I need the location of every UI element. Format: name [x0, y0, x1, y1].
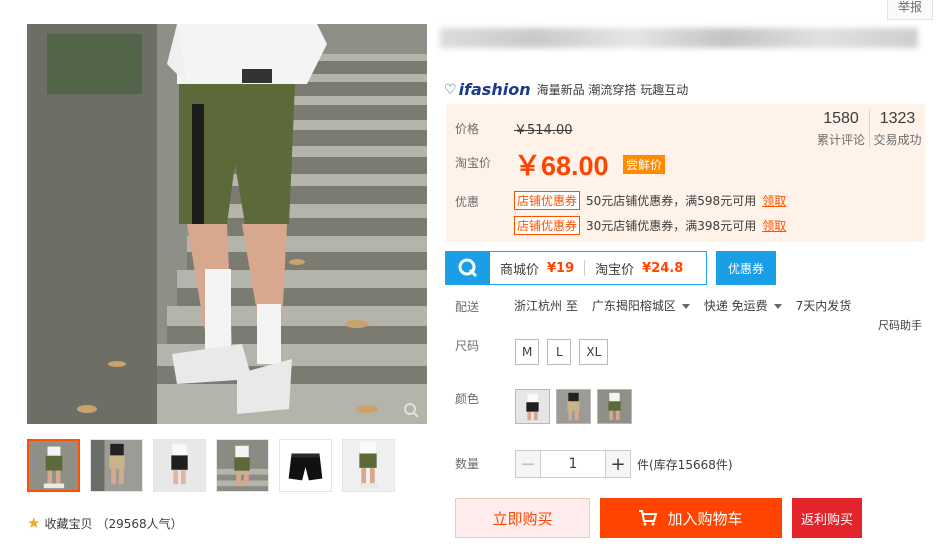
coupon-text: 50元店铺优惠券，满598元可用	[586, 194, 757, 208]
coupon-row: 店铺优惠券 30元店铺优惠券，满398元可用 领取	[514, 216, 786, 235]
size-helper-link[interactable]: 尺码助手	[878, 317, 922, 333]
reviews-stat[interactable]: 1580 累计评论	[813, 110, 869, 148]
color-option-army-green[interactable]	[597, 389, 632, 424]
ship-time: 7天内发货	[795, 299, 852, 313]
quantity-label: 数量	[455, 457, 480, 471]
color-label: 颜色	[455, 392, 480, 406]
increase-button[interactable]: +	[605, 450, 631, 478]
brand-row: ♡ ifashion 海量新品 潮流穿搭 玩趣互动	[444, 80, 688, 99]
brand-name: ifashion	[458, 80, 531, 99]
report-link[interactable]: 举报	[886, 0, 933, 20]
price-panel: 价格 ￥514.00 淘宝价 ￥68.00 尝鲜价 1580 累计评论 1323…	[446, 104, 925, 242]
coupon-tag: 店铺优惠券	[514, 216, 581, 235]
original-price: ￥514.00	[514, 123, 573, 138]
product-title-blurred	[440, 28, 918, 48]
buy-now-button[interactable]: 立即购买	[455, 498, 590, 538]
thumbnail-item[interactable]	[90, 439, 143, 492]
delivery-destination-select[interactable]: 广东揭阳榕城区	[592, 297, 690, 314]
stock-info: 件(库存15668件)	[637, 457, 733, 472]
chevron-down-icon	[681, 304, 690, 309]
color-options	[515, 389, 632, 424]
product-photo-illustration	[27, 24, 427, 424]
thumbnail-item[interactable]	[342, 439, 395, 492]
taobao-price-label: 淘宝价	[595, 262, 635, 278]
promo-price: ￥68.00	[514, 151, 609, 181]
thumbnail-image	[91, 440, 142, 491]
thumbnail-image	[29, 441, 78, 490]
delivery-label: 配送	[455, 300, 480, 314]
claim-coupon-link[interactable]: 领取	[762, 192, 786, 209]
sales-count: 1323	[879, 110, 916, 127]
reviews-label: 累计评论	[816, 133, 865, 147]
color-option-khaki[interactable]	[556, 389, 591, 424]
favorite-count: （29568人气）	[96, 517, 183, 531]
quantity-stepper: − 1 + 件(库存15668件)	[515, 450, 733, 478]
mall-logo-icon	[446, 252, 490, 284]
heart-icon: ♡	[444, 81, 457, 98]
chevron-down-icon	[773, 304, 782, 309]
thumbnail-item[interactable]	[153, 439, 206, 492]
thumbnail-image	[154, 440, 205, 491]
mall-price-value: ¥19	[547, 260, 575, 276]
color-option-black[interactable]	[515, 389, 550, 424]
delivery-row: 浙江杭州 至 广东揭阳榕城区 快递 免运费 7天内发货	[514, 297, 851, 314]
zoom-icon[interactable]	[403, 402, 419, 418]
thumbnail-image	[343, 440, 394, 491]
size-options: M L XL	[515, 339, 609, 365]
shipping-text: 快递 免运费	[703, 299, 768, 313]
thumbnail-item[interactable]	[279, 439, 332, 492]
size-label: 尺码	[455, 339, 480, 353]
delivery-origin: 浙江杭州 至	[514, 299, 578, 313]
favorite-label: 收藏宝贝	[44, 517, 93, 531]
decrease-button[interactable]: −	[515, 450, 541, 478]
claim-coupon-link[interactable]: 领取	[762, 217, 786, 234]
mall-price-compare[interactable]: 商城价 ¥19 淘宝价 ¥24.8	[445, 251, 707, 285]
thumbnail-item[interactable]	[216, 439, 269, 492]
main-product-image[interactable]	[27, 24, 427, 424]
shipping-select[interactable]: 快递 免运费	[704, 297, 782, 314]
favorite-row[interactable]: ★ 收藏宝贝 （29568人气）	[27, 515, 183, 532]
price-label: 价格	[455, 122, 480, 136]
taobao-price-value: ¥24.8	[642, 260, 684, 276]
quantity-input[interactable]: 1	[541, 450, 605, 478]
coupon-row: 店铺优惠券 50元店铺优惠券，满598元可用 领取	[514, 191, 786, 210]
coupon-text: 30元店铺优惠券，满398元可用	[586, 219, 757, 233]
cart-icon	[639, 510, 658, 526]
stats: 1580 累计评论 1323 交易成功	[813, 110, 925, 148]
mall-price-label: 商城价	[500, 262, 540, 278]
size-option-xl[interactable]: XL	[579, 339, 609, 365]
coupon-button[interactable]: 优惠券	[716, 251, 776, 285]
taobao-price-item: 淘宝价 ¥24.8	[585, 259, 693, 278]
thumbnail-image	[217, 440, 268, 491]
thumbnail-item[interactable]	[27, 439, 80, 492]
coupon-tag: 店铺优惠券	[514, 191, 581, 210]
destination-text: 广东揭阳榕城区	[591, 299, 676, 313]
star-icon: ★	[27, 514, 41, 532]
ifashion-logo: ♡ ifashion	[444, 80, 531, 99]
promo-tag: 尝鲜价	[623, 155, 666, 174]
add-to-cart-button[interactable]: 加入购物车	[600, 498, 782, 538]
mall-price-item: 商城价 ¥19	[490, 259, 584, 278]
size-option-m[interactable]: M	[515, 339, 540, 365]
promo-price-label: 淘宝价	[455, 156, 492, 170]
discount-label: 优惠	[455, 195, 480, 209]
add-to-cart-label: 加入购物车	[667, 509, 743, 528]
rebate-buy-button[interactable]: 返利购买	[792, 498, 862, 538]
sales-label: 交易成功	[873, 133, 922, 147]
sales-stat: 1323 交易成功	[869, 110, 925, 148]
brand-slogan: 海量新品 潮流穿搭 玩趣互动	[536, 83, 689, 97]
reviews-count: 1580	[823, 110, 859, 127]
thumbnail-image	[280, 440, 331, 491]
thumbnail-strip	[27, 439, 395, 492]
size-option-l[interactable]: L	[547, 339, 572, 365]
